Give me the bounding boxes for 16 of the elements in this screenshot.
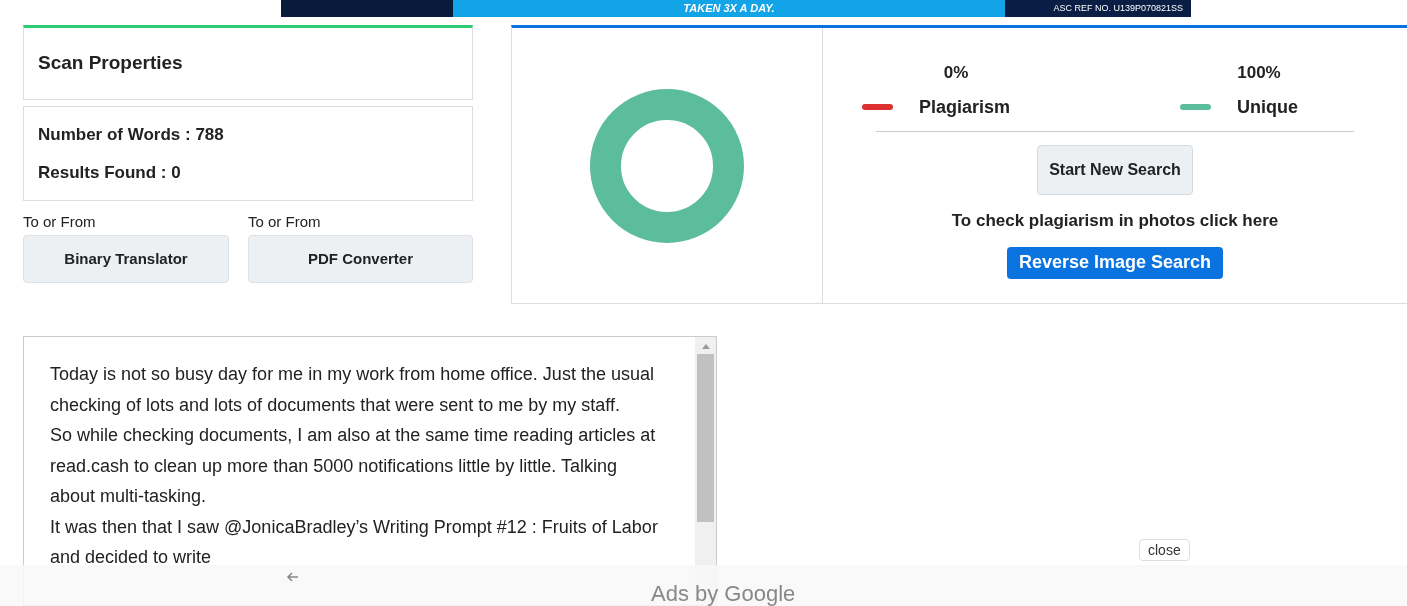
word-count: Number of Words : 788 bbox=[38, 124, 225, 146]
card-title: Scan Properties bbox=[38, 51, 183, 76]
percent-value: 100% bbox=[1236, 62, 1281, 84]
document-paragraph: Today is not so busy day for me in my work from home office. Just the usual checking of lots and lots of documents that were sent to me by my staff. bbox=[50, 363, 655, 417]
tool-label: To or From bbox=[248, 212, 322, 232]
legend-label: Plagiarism bbox=[919, 95, 1011, 119]
photo-hint: To check plagiarism in photos click here bbox=[951, 210, 1279, 232]
document-paragraph: It was then that I saw @JonicaBradley’s Writing Prompt #12 : Fruits of Labor and decided to write bbox=[50, 515, 659, 569]
tool-label: To or From bbox=[23, 212, 97, 232]
document-paragraph: So while checking documents, I am also at the same time reading articles at read.cash to clean up more than 5000 notifications little by little. Talking about multi-tasking. bbox=[50, 424, 657, 508]
legend-label: Unique bbox=[1237, 95, 1298, 119]
ads-attribution: Ads by Google bbox=[651, 582, 796, 606]
ad-reference: ASC REF NO. U139P070821SS bbox=[1053, 4, 1183, 13]
ad-tagline: TAKEN 3X A DAY. bbox=[683, 3, 775, 14]
percent-value: 0% bbox=[942, 62, 969, 84]
results-count: Results Found : 0 bbox=[38, 161, 182, 184]
